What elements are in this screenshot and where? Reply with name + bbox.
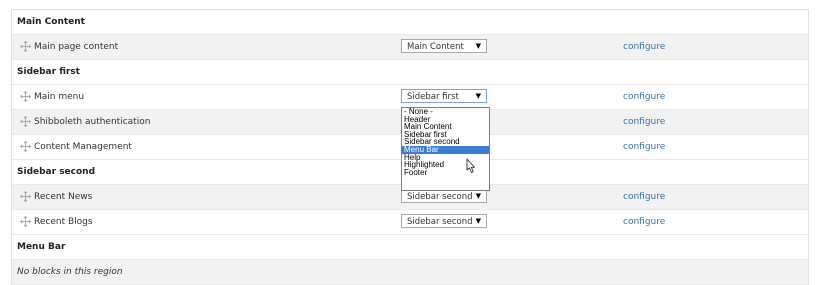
region-select-value: Sidebar second xyxy=(407,217,473,227)
drag-handle-icon[interactable] xyxy=(20,141,31,152)
region-title: Main Content xyxy=(17,17,85,27)
region-select[interactable]: Sidebar second ▼ xyxy=(401,189,487,203)
region-title: Sidebar first xyxy=(17,67,80,77)
region-title: Sidebar second xyxy=(17,167,96,177)
configure-link[interactable]: configure xyxy=(623,142,665,152)
block-label: Content Management xyxy=(34,142,132,152)
configure-link[interactable]: configure xyxy=(623,217,665,227)
region-select[interactable]: Sidebar first ▼ xyxy=(401,89,487,103)
region-row-sidebar-first: Sidebar first xyxy=(12,60,808,85)
block-layout-page: Main Content Main page content Main Cont… xyxy=(0,0,819,285)
region-row-menu-bar: Menu Bar xyxy=(12,235,808,260)
drag-handle-icon[interactable] xyxy=(20,116,31,127)
block-label: Main page content xyxy=(34,42,119,52)
mouse-pointer-icon xyxy=(464,158,478,179)
triangle-down-icon: ▼ xyxy=(475,192,481,200)
configure-link[interactable]: configure xyxy=(623,42,665,52)
triangle-down-icon: ▼ xyxy=(475,217,481,225)
block-row-main-page-content: Main page content Main Content ▼ configu… xyxy=(12,35,808,60)
region-title: Menu Bar xyxy=(17,242,66,252)
block-label: Recent Blogs xyxy=(34,217,93,227)
drag-handle-icon[interactable] xyxy=(20,191,31,202)
region-select-value: Sidebar second xyxy=(407,192,473,202)
triangle-down-icon: ▼ xyxy=(475,92,481,100)
empty-region-row: No blocks in this region xyxy=(12,260,808,285)
drag-handle-icon[interactable] xyxy=(20,41,31,52)
block-row-recent-blogs: Recent Blogs Sidebar second ▼ configure xyxy=(12,210,808,235)
drag-handle-icon[interactable] xyxy=(20,91,31,102)
configure-link[interactable]: configure xyxy=(623,92,665,102)
block-label: Recent News xyxy=(34,192,93,202)
region-row-main-content: Main Content xyxy=(12,10,808,35)
block-label: Main menu xyxy=(34,92,85,102)
region-select[interactable]: Sidebar second ▼ xyxy=(401,214,487,228)
triangle-down-icon: ▼ xyxy=(475,42,481,50)
empty-region-message: No blocks in this region xyxy=(17,267,123,277)
region-select[interactable]: Main Content ▼ xyxy=(401,39,487,53)
region-select-value: Main Content xyxy=(407,42,464,52)
configure-link[interactable]: configure xyxy=(623,192,665,202)
configure-link[interactable]: configure xyxy=(623,117,665,127)
drag-handle-icon[interactable] xyxy=(20,216,31,227)
block-label: Shibboleth authentication xyxy=(34,117,151,127)
region-select-value: Sidebar first xyxy=(407,92,459,102)
